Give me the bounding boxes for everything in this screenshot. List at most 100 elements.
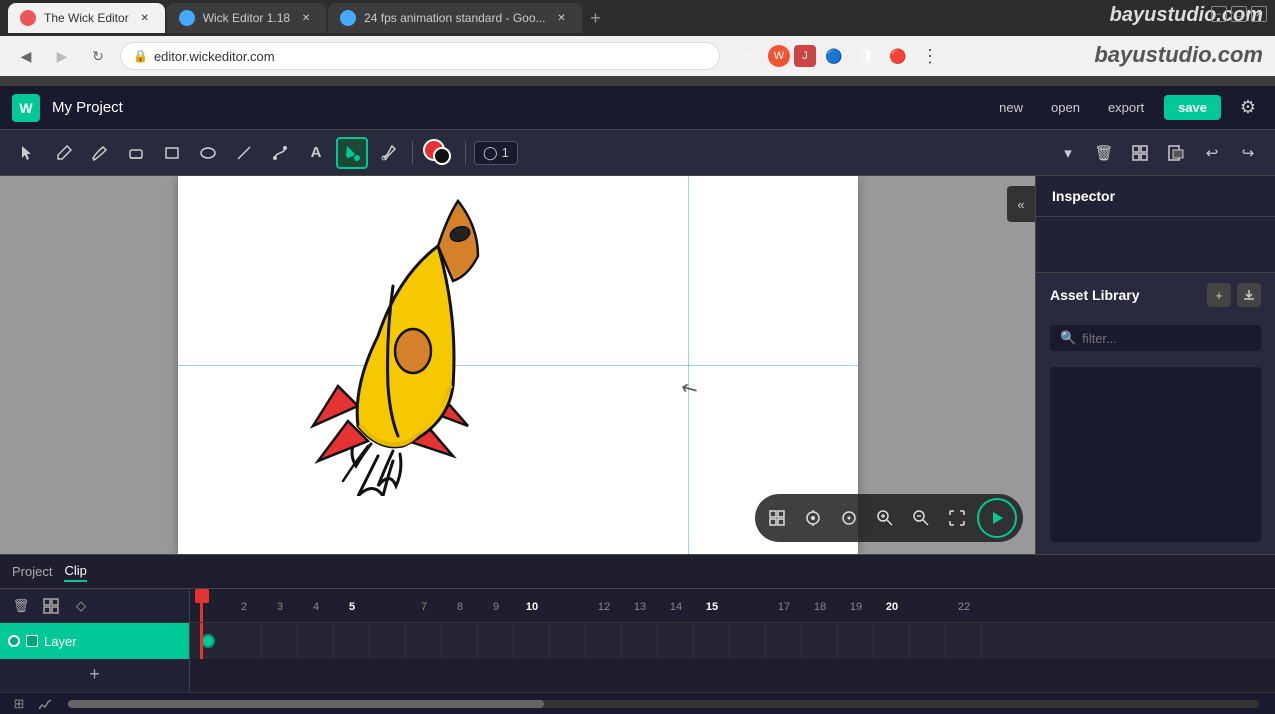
add-layer-button[interactable] bbox=[40, 595, 62, 617]
tab3-close[interactable]: ✕ bbox=[554, 10, 570, 26]
frame-cell-9[interactable] bbox=[478, 624, 514, 658]
layer-lock-icon[interactable] bbox=[26, 635, 38, 647]
fullscreen-button[interactable] bbox=[941, 502, 973, 534]
timeline-chart-button[interactable] bbox=[36, 695, 54, 713]
ext5-icon[interactable]: 🔴 bbox=[884, 42, 912, 70]
frame-cell-2[interactable] bbox=[226, 624, 262, 658]
frame-cell-6[interactable] bbox=[370, 624, 406, 658]
add-asset-button[interactable]: + bbox=[1207, 283, 1231, 307]
export-button[interactable]: export bbox=[1100, 96, 1152, 119]
timeline-controls: 🗑 ◇ bbox=[0, 589, 189, 623]
fill-tool[interactable] bbox=[336, 137, 368, 169]
group-button[interactable] bbox=[1125, 138, 1155, 168]
timeline-scrollbar[interactable] bbox=[68, 700, 1259, 708]
zoom-out-button[interactable] bbox=[905, 502, 937, 534]
frame-cell-12[interactable] bbox=[586, 624, 622, 658]
frame-cell-19[interactable] bbox=[838, 624, 874, 658]
new-button[interactable]: new bbox=[991, 96, 1031, 119]
tab-wick-editor-2[interactable]: Wick Editor 1.18 ✕ bbox=[167, 3, 326, 33]
line-tool[interactable] bbox=[228, 137, 260, 169]
frame-cell-3[interactable] bbox=[262, 624, 298, 658]
ellipse-tool[interactable] bbox=[192, 137, 224, 169]
brush-tool[interactable] bbox=[48, 137, 80, 169]
canvas-area[interactable]: ↖ bbox=[0, 176, 1035, 554]
save-button[interactable]: save bbox=[1164, 95, 1221, 120]
settings-button[interactable]: ⚙ bbox=[1233, 93, 1263, 123]
timeline-tab-project[interactable]: Project bbox=[12, 562, 52, 581]
frame-cell-4[interactable] bbox=[298, 624, 334, 658]
frame-cell-8[interactable] bbox=[442, 624, 478, 658]
play-button[interactable] bbox=[977, 498, 1017, 538]
maximize-btn[interactable]: □ bbox=[1231, 6, 1247, 22]
recenter-button[interactable] bbox=[797, 502, 829, 534]
timeline-add-button[interactable]: ⊞ bbox=[10, 695, 28, 713]
frame-num-18: 18 bbox=[802, 597, 838, 615]
frame-cell-1[interactable] bbox=[190, 624, 226, 658]
frame-cell-7[interactable] bbox=[406, 624, 442, 658]
ext1-icon[interactable]: W bbox=[768, 45, 790, 67]
timeline-tab-clip[interactable]: Clip bbox=[64, 561, 86, 582]
frame-num-3: 3 bbox=[262, 597, 298, 615]
frame-cell-5[interactable] bbox=[334, 624, 370, 658]
frame-cell-14[interactable] bbox=[658, 624, 694, 658]
pencil-tool[interactable] bbox=[84, 137, 116, 169]
open-button[interactable]: open bbox=[1043, 96, 1088, 119]
reload-button[interactable]: ↻ bbox=[84, 42, 112, 70]
stroke-color-swatch[interactable] bbox=[433, 147, 451, 165]
delete-button[interactable]: 🗑 bbox=[1089, 138, 1119, 168]
grid-toggle-button[interactable] bbox=[761, 502, 793, 534]
minimize-btn[interactable]: − bbox=[1211, 6, 1227, 22]
clip-button[interactable] bbox=[1161, 138, 1191, 168]
tab2-close[interactable]: ✕ bbox=[298, 10, 314, 26]
canvas-controls bbox=[755, 494, 1023, 542]
select-tool[interactable] bbox=[12, 137, 44, 169]
text-icon: A bbox=[311, 144, 322, 161]
eyedropper-tool[interactable] bbox=[372, 137, 404, 169]
frame-cell-11[interactable] bbox=[550, 624, 586, 658]
frame-cell-15[interactable] bbox=[694, 624, 730, 658]
tab-wick-editor[interactable]: The Wick Editor ✕ bbox=[8, 3, 165, 33]
layer-visibility-dot[interactable] bbox=[8, 635, 20, 647]
add-layer-row-button[interactable]: + bbox=[0, 659, 189, 689]
tab1-close[interactable]: ✕ bbox=[137, 10, 153, 26]
eraser-tool[interactable] bbox=[120, 137, 152, 169]
layer-frames-row bbox=[190, 623, 1275, 659]
delete-layer-button[interactable]: 🗑 bbox=[10, 595, 32, 617]
frame-cell-20[interactable] bbox=[874, 624, 910, 658]
frame-cell-22[interactable] bbox=[946, 624, 982, 658]
frame-cell-17[interactable] bbox=[766, 624, 802, 658]
path-tool[interactable] bbox=[264, 137, 296, 169]
rect-tool[interactable] bbox=[156, 137, 188, 169]
tab-google[interactable]: 24 fps animation standard - Goo... ✕ bbox=[328, 3, 581, 33]
ext3-icon[interactable]: 🔵 bbox=[820, 42, 848, 70]
ext2-icon[interactable]: J bbox=[794, 45, 816, 67]
forward-button[interactable]: ▶ bbox=[48, 42, 76, 70]
new-tab-button[interactable]: + bbox=[582, 4, 610, 32]
menu-icon[interactable]: ⋮ bbox=[916, 42, 944, 70]
text-tool[interactable]: A bbox=[300, 137, 332, 169]
asset-search-input[interactable] bbox=[1082, 331, 1251, 346]
app-logo: W bbox=[12, 94, 40, 122]
playhead bbox=[200, 589, 203, 622]
frame-cell-10[interactable] bbox=[514, 624, 550, 658]
origin-button[interactable] bbox=[833, 502, 865, 534]
close-btn[interactable]: ✕ bbox=[1251, 6, 1267, 22]
frame-cell-13[interactable] bbox=[622, 624, 658, 658]
export-asset-button[interactable] bbox=[1237, 283, 1261, 307]
back-button[interactable]: ◀ bbox=[12, 42, 40, 70]
collapse-panel-button[interactable]: « bbox=[1007, 186, 1035, 222]
zoom-in-button[interactable] bbox=[869, 502, 901, 534]
frame-cell-21[interactable] bbox=[910, 624, 946, 658]
star-icon[interactable]: ☆ bbox=[736, 42, 764, 70]
redo-button[interactable]: ↪ bbox=[1233, 138, 1263, 168]
keyframe-button[interactable]: ◇ bbox=[70, 595, 92, 617]
dropdown-button[interactable]: ▾ bbox=[1053, 138, 1083, 168]
frame-cell-16[interactable] bbox=[730, 624, 766, 658]
ext4-icon[interactable]: 🛡 bbox=[852, 42, 880, 70]
frame-cell-18[interactable] bbox=[802, 624, 838, 658]
layer-row[interactable]: Layer bbox=[0, 623, 189, 659]
address-bar: 🔒 editor.wickeditor.com bbox=[120, 42, 720, 70]
undo-button[interactable]: ↩ bbox=[1197, 138, 1227, 168]
timeline-scrollbar-thumb[interactable] bbox=[68, 700, 544, 708]
onion-skin-control[interactable]: ◯ 1 bbox=[474, 141, 518, 165]
